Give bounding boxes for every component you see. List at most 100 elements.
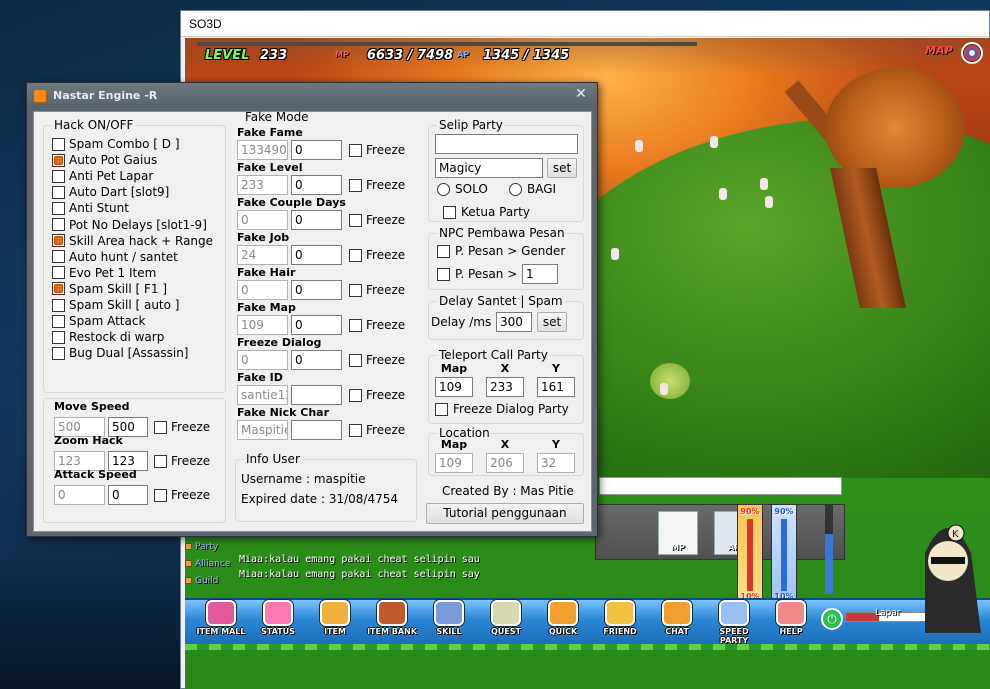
checkbox-checked[interactable]: [52, 153, 65, 167]
menu-button[interactable]: SPEED PARTY: [708, 600, 760, 645]
hack-option[interactable]: Auto Pot Gaius: [52, 152, 157, 168]
scrollbar-thumb[interactable]: [825, 534, 833, 594]
checkbox[interactable]: [349, 213, 362, 227]
checkbox[interactable]: [349, 353, 362, 367]
checkbox[interactable]: [349, 388, 362, 402]
teleport-map-input[interactable]: 109: [435, 377, 473, 397]
hack-option[interactable]: Spam Combo [ D ]: [52, 136, 180, 152]
menu-button[interactable]: QUEST: [480, 600, 532, 642]
fake-row-freeze[interactable]: Freeze: [349, 353, 405, 367]
menu-button[interactable]: ITEM BANK: [366, 600, 418, 642]
npc-count-input[interactable]: 1: [522, 264, 558, 284]
hack-option[interactable]: Spam Skill [ F1 ]: [52, 281, 167, 297]
checkbox[interactable]: [52, 169, 65, 183]
monster-bunny[interactable]: [760, 178, 768, 190]
hack-option[interactable]: Restock di warp: [52, 329, 164, 345]
menu-button[interactable]: HELP: [765, 600, 817, 642]
radio[interactable]: [509, 182, 522, 196]
npc-gender-checkbox[interactable]: P. Pesan > Gender: [437, 244, 565, 258]
checkbox[interactable]: [154, 420, 167, 434]
checkbox[interactable]: [349, 318, 362, 332]
selip-party-input[interactable]: [435, 134, 578, 154]
party-set-button[interactable]: set: [547, 158, 577, 178]
bagi-radio[interactable]: BAGI: [509, 182, 556, 196]
checkbox[interactable]: [443, 205, 456, 219]
checkbox[interactable]: [349, 283, 362, 297]
power-icon[interactable]: ⏻: [821, 608, 843, 630]
checkbox[interactable]: [349, 248, 362, 262]
checkbox[interactable]: [52, 137, 65, 151]
fake-row-freeze[interactable]: Freeze: [349, 143, 405, 157]
fake-row-input[interactable]: 0: [291, 245, 342, 265]
checkbox[interactable]: [349, 143, 362, 157]
menu-button[interactable]: CHAT: [651, 600, 703, 642]
checkbox[interactable]: [435, 402, 448, 416]
fake-row-input[interactable]: 0: [291, 280, 342, 300]
teleport-y-input[interactable]: 161: [537, 377, 575, 397]
close-icon[interactable]: ✕: [573, 86, 589, 102]
chat-tab-alliance[interactable]: Alliance: [185, 555, 230, 572]
delay-input[interactable]: 300: [496, 312, 532, 332]
fake-row-freeze[interactable]: Freeze: [349, 213, 405, 227]
checkbox[interactable]: [154, 454, 167, 468]
radio[interactable]: [437, 182, 450, 196]
fake-row-freeze[interactable]: Freeze: [349, 423, 405, 437]
fake-row-input[interactable]: [291, 420, 342, 440]
attack-speed-freeze[interactable]: Freeze: [154, 488, 210, 502]
menu-button[interactable]: SKILL: [423, 600, 475, 642]
side-scrollbar[interactable]: [825, 504, 833, 594]
checkbox[interactable]: [52, 330, 65, 344]
compass-icon[interactable]: [961, 42, 983, 64]
checkbox[interactable]: [349, 423, 362, 437]
npc-count-checkbox[interactable]: P. Pesan >: [437, 267, 517, 281]
checkbox[interactable]: [52, 346, 65, 360]
teleport-x-input[interactable]: 233: [486, 377, 524, 397]
mp-potion-gauge[interactable]: 90% 10%: [771, 504, 797, 604]
hack-option[interactable]: Anti Pet Lapar: [52, 168, 153, 184]
ketua-party-checkbox[interactable]: Ketua Party: [443, 205, 530, 219]
fake-row-freeze[interactable]: Freeze: [349, 283, 405, 297]
freeze-dialog-party-checkbox[interactable]: Freeze Dialog Party: [435, 402, 569, 416]
checkbox[interactable]: [52, 266, 65, 280]
chat-tab-party[interactable]: Party: [185, 538, 230, 555]
fake-row-input[interactable]: 0: [291, 210, 342, 230]
hack-option[interactable]: Spam Attack: [52, 313, 145, 329]
menu-button[interactable]: FRIEND: [594, 600, 646, 642]
delay-set-button[interactable]: set: [537, 312, 567, 332]
hack-option[interactable]: Pot No Delays [slot1-9]: [52, 217, 207, 233]
monster-bunny[interactable]: [710, 136, 718, 148]
player-character[interactable]: [660, 383, 668, 395]
menu-button[interactable]: STATUS: [252, 600, 304, 642]
monster-bunny[interactable]: [635, 140, 643, 152]
checkbox[interactable]: [154, 488, 167, 502]
tutorial-button[interactable]: Tutorial penggunaan: [426, 503, 584, 524]
monster-bunny[interactable]: [765, 196, 773, 208]
zoom-freeze[interactable]: Freeze: [154, 454, 210, 468]
checkbox[interactable]: [349, 178, 362, 192]
checkbox-checked[interactable]: [52, 234, 65, 248]
hack-option[interactable]: Bug Dual [Assassin]: [52, 345, 189, 361]
checkbox[interactable]: [52, 185, 65, 199]
fake-row-input[interactable]: 0: [291, 315, 342, 335]
engine-titlebar[interactable]: Nastar Engine -R ✕: [27, 83, 597, 108]
hp-potion-gauge[interactable]: 90% 10%: [737, 504, 763, 604]
game-titlebar[interactable]: SO3D: [181, 11, 989, 37]
party-name-input[interactable]: Magicy: [435, 158, 543, 178]
chat-input[interactable]: [599, 477, 842, 495]
checkbox[interactable]: [437, 267, 450, 281]
fake-row-input[interactable]: 0: [291, 140, 342, 160]
menu-button[interactable]: ITEM MALL: [195, 600, 247, 642]
solo-radio[interactable]: SOLO: [437, 182, 488, 196]
map-button[interactable]: MAP: [925, 44, 953, 57]
chat-tab-guild[interactable]: Guild: [185, 572, 230, 589]
fake-row-input[interactable]: [291, 385, 342, 405]
checkbox[interactable]: [437, 244, 450, 258]
hack-option[interactable]: Skill Area hack + Range: [52, 233, 213, 249]
fake-row-freeze[interactable]: Freeze: [349, 248, 405, 262]
hack-option[interactable]: Auto Dart [slot9]: [52, 184, 169, 200]
menu-button[interactable]: QUICK: [537, 600, 589, 642]
checkbox[interactable]: [52, 250, 65, 264]
monster-bunny[interactable]: [719, 188, 727, 200]
move-speed-freeze[interactable]: Freeze: [154, 420, 210, 434]
checkbox[interactable]: [52, 298, 65, 312]
